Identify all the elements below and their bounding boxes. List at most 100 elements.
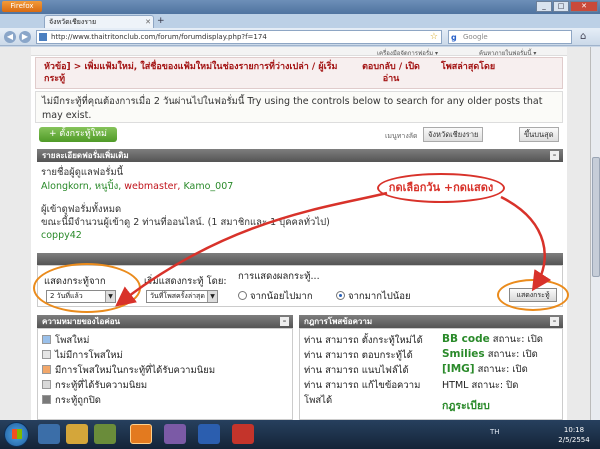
go-top-button[interactable]: ขึ้นบนสุด	[519, 127, 559, 142]
clock-date: 2/5/2554	[558, 436, 590, 444]
new-post-icon	[42, 335, 51, 344]
navigation-bar: ◀ ▶ http://www.thaitritonclub.com/forum/…	[0, 28, 600, 46]
legend-label: กระทู้ถูกปิด	[55, 395, 101, 406]
no-posts-message: ไม่มีกระทู้ที่คุณต้องการเมื่อ 2 วันผ่านไ…	[35, 91, 563, 123]
rule-line: โพสได้	[304, 395, 333, 406]
minimize-button[interactable]: _	[536, 1, 552, 12]
img-status: [IMG] สถานะ: เปิด	[442, 362, 528, 377]
folder-icon[interactable]	[66, 424, 88, 444]
forum-rules-text: กฎระเบียบ	[442, 400, 490, 412]
language-indicator[interactable]: TH	[490, 428, 500, 436]
legend-label: กระทู้ที่ได้รับความนิยม	[55, 380, 148, 391]
collapse-icon[interactable]: –	[550, 151, 559, 160]
rule-line: ท่าน สามารถ แก้ไขข้อความ	[304, 380, 421, 391]
display-options-header	[37, 253, 563, 265]
last-post-column-header[interactable]: โพสล่าสุดโดย	[441, 61, 495, 73]
annotation-callout: กดเลือกวัน +กดแสดง	[377, 173, 505, 203]
forum-info-title: รายละเอียดฟอรั่มเพิ่มเติม	[42, 151, 129, 160]
posting-rules-panel: ท่าน สามารถ ตั้งกระทู้ใหม่ได้ ท่าน สามาร…	[299, 328, 563, 420]
chevron-down-icon: ▼	[207, 291, 217, 302]
home-icon[interactable]: ⌂	[580, 31, 586, 42]
sort-by-label: เริ่มแสดงกระทู้ โดย:	[144, 276, 227, 287]
system-tray: TH	[490, 428, 500, 436]
moderator-link[interactable]: หนูปิ้ง,	[95, 181, 121, 192]
online-user-link[interactable]: coppy42	[41, 229, 82, 242]
legend-item: กระทู้ถูกปิด	[42, 393, 101, 408]
google-icon: g	[451, 33, 457, 42]
url-text: http://www.thaitritonclub.com/forum/foru…	[51, 33, 267, 41]
legend-item: มีการโพสใหม่ในกระทู้ที่ได้รับความนิยม	[42, 363, 215, 378]
title-bar: Firefox _ □ ✕	[0, 0, 600, 14]
tab-title: จังหวัดเชียงราย	[49, 18, 97, 26]
posting-rules-title: กฎการโพสข้อความ	[304, 317, 373, 326]
order-asc-radio[interactable]	[238, 291, 247, 300]
replies-column-header[interactable]: ตอบกลับ / เปิดอ่าน	[361, 61, 421, 85]
scrollbar-thumb[interactable]	[592, 157, 600, 277]
highlight-oval-button	[497, 279, 569, 311]
moderator-list: Alongkorn, หนูปิ้ง, webmaster, Kamo_007	[41, 180, 233, 193]
url-bar[interactable]: http://www.thaitritonclub.com/forum/foru…	[36, 30, 442, 44]
close-button[interactable]: ✕	[570, 1, 598, 12]
collapse-icon[interactable]: –	[550, 317, 559, 326]
tab-close-icon[interactable]: ✕	[145, 16, 151, 28]
back-icon[interactable]: ◀	[4, 31, 16, 43]
rule-line: ท่าน สามารถ ตอบกระทู้ได้	[304, 350, 413, 361]
order-label: การแสดงผลกระทู้...	[238, 271, 320, 282]
legend-item: กระทู้ที่ได้รับความนิยม	[42, 378, 147, 393]
firefox-menu-button[interactable]: Firefox	[2, 1, 42, 12]
maximize-button[interactable]: □	[553, 1, 569, 12]
clock-time: 10:18	[563, 426, 585, 434]
legend-label: ไม่มีการโพสใหม่	[55, 350, 123, 361]
order-desc-label: จากมากไปน้อย	[348, 291, 411, 302]
moderator-link[interactable]: Alongkorn,	[41, 181, 92, 192]
thread-column-headers: หัวข้อ] > เพิ่มแฟ้มใหม่, ใส่ชื่อของแฟ้มใ…	[35, 57, 563, 89]
web-page: เครื่องมือจัดการฟอรั่ม ▾ ค้นหาภายในฟอรั่…	[0, 47, 590, 420]
img-code-link[interactable]: [IMG]	[442, 363, 475, 375]
moderator-link[interactable]: webmaster,	[124, 181, 180, 192]
word-icon[interactable]	[198, 424, 220, 444]
status-text: สถานะ: เปิด	[487, 349, 538, 360]
legend-label: โพสใหม่	[55, 335, 90, 346]
vertical-scrollbar[interactable]	[590, 47, 600, 420]
smilies-link[interactable]: Smilies	[442, 348, 485, 360]
forum-info-header: รายละเอียดฟอรั่มเพิ่มเติม –	[37, 149, 563, 162]
icon-legend-header: ความหมายของไอค่อน –	[37, 315, 293, 328]
site-favicon-icon	[39, 33, 47, 41]
tab-bar: จังหวัดเชียงราย ✕ +	[0, 14, 600, 28]
clock[interactable]: 10:18 2/5/2554	[556, 425, 592, 445]
bbcode-link[interactable]: BB code	[442, 333, 490, 345]
forum-rules-link[interactable]: กฎระเบียบ	[442, 397, 490, 414]
internet-explorer-icon[interactable]	[38, 424, 60, 444]
forum-jump-button[interactable]: จังหวัดเชียงราย	[423, 127, 484, 142]
new-tab-icon[interactable]: +	[157, 16, 165, 26]
order-desc-radio[interactable]	[336, 291, 345, 300]
collapse-icon[interactable]: –	[280, 317, 289, 326]
browser-tab[interactable]: จังหวัดเชียงราย ✕	[44, 15, 154, 28]
forward-icon[interactable]: ▶	[19, 31, 31, 43]
bookmark-star-icon[interactable]: ☆	[430, 31, 438, 43]
moderator-link[interactable]: Kamo_007	[183, 181, 233, 192]
users-count-line: ขณะนี้มีจำนวนผู้เข้าดู 2 ท่านที่ออนไลน์.…	[41, 217, 330, 228]
users-browsing-label: ผู้เข้าดูฟอรั่มทั้งหมด	[41, 204, 122, 215]
status-text: สถานะ: เปิด	[477, 364, 528, 375]
title-column-header[interactable]: หัวข้อ] > เพิ่มแฟ้มใหม่, ใส่ชื่อของแฟ้มใ…	[44, 61, 344, 85]
search-input[interactable]: g Google	[448, 30, 572, 44]
bbcode-status: BB code สถานะ: เปิด	[442, 332, 543, 347]
highlight-oval-days	[33, 263, 141, 313]
moderators-label: รายชื่อผู้ดูแลฟอรั่มนี้	[41, 167, 124, 178]
lock-icon	[42, 395, 51, 404]
media-player-icon[interactable]	[94, 424, 116, 444]
html-status: HTML สถานะ: ปิด	[442, 380, 519, 391]
sort-select[interactable]: วันที่โพสครั้งล่าสุด ▼	[146, 290, 218, 303]
windows-logo-icon	[12, 429, 22, 439]
app-icon[interactable]	[232, 424, 254, 444]
no-new-post-icon	[42, 350, 51, 359]
legend-item: โพสใหม่	[42, 333, 89, 348]
rule-line: ท่าน สามารถ ตั้งกระทู้ใหม่ได้	[304, 335, 423, 346]
new-thread-button[interactable]: + ตั้งกระทู้ใหม่	[39, 127, 117, 142]
app-icon[interactable]	[164, 424, 186, 444]
search-placeholder: Google	[463, 33, 488, 41]
firefox-taskbar-icon[interactable]	[130, 424, 152, 444]
status-text: สถานะ: เปิด	[492, 334, 543, 345]
start-button[interactable]	[4, 422, 29, 447]
